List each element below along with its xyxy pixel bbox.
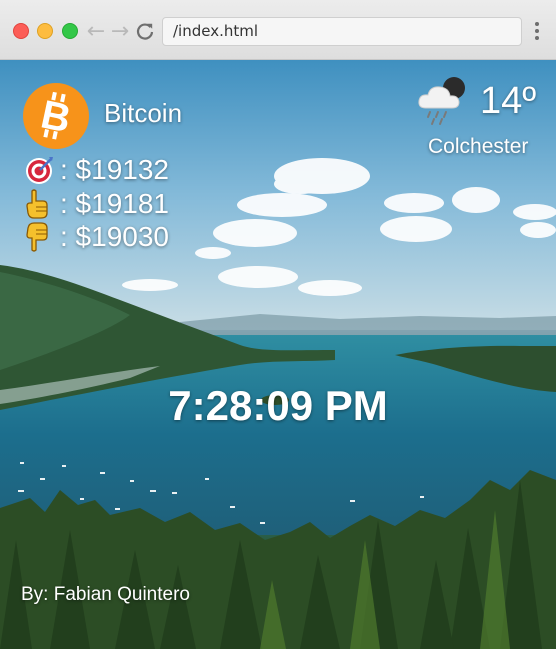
browser-toolbar: ← → /index.html: [0, 0, 556, 60]
close-window-button[interactable]: [13, 23, 29, 39]
current-price-row: : $19132: [24, 154, 169, 185]
low-price-row: : $19030: [24, 221, 169, 252]
rain-cloud-night-icon: [418, 77, 465, 125]
address-bar[interactable]: /index.html: [162, 17, 522, 46]
menu-kebab-icon[interactable]: [530, 20, 544, 42]
back-arrow-icon[interactable]: ←: [84, 18, 108, 44]
high-price-value: : $19181: [60, 188, 169, 219]
low-price-value: : $19030: [60, 221, 169, 252]
current-price-value: : $19132: [60, 154, 169, 185]
hand-pointing-down-icon: [24, 222, 58, 252]
weather-location: Colchester: [428, 135, 529, 158]
coin-name: Bitcoin: [104, 98, 183, 128]
hand-pointing-up-icon: [24, 189, 58, 219]
target-icon: [24, 155, 58, 185]
bitcoin-icon: B: [23, 83, 89, 149]
maximize-window-button[interactable]: [62, 23, 78, 39]
author-credit: By: Fabian Quintero: [21, 584, 190, 605]
minimize-window-button[interactable]: [37, 23, 53, 39]
clock-time: 7:28:09 PM: [168, 382, 388, 429]
browser-window: ← → /index.html B Bitcoin: $19132: $19…: [0, 0, 556, 649]
forward-arrow-icon[interactable]: →: [108, 18, 132, 44]
temperature: 14º: [480, 80, 537, 122]
reload-icon[interactable]: [133, 18, 157, 44]
reload-icon-glyph: [136, 23, 154, 40]
high-price-row: : $19181: [24, 188, 169, 219]
dashboard-page: B Bitcoin : $19132: $19181: $19030 14º…: [0, 60, 556, 649]
